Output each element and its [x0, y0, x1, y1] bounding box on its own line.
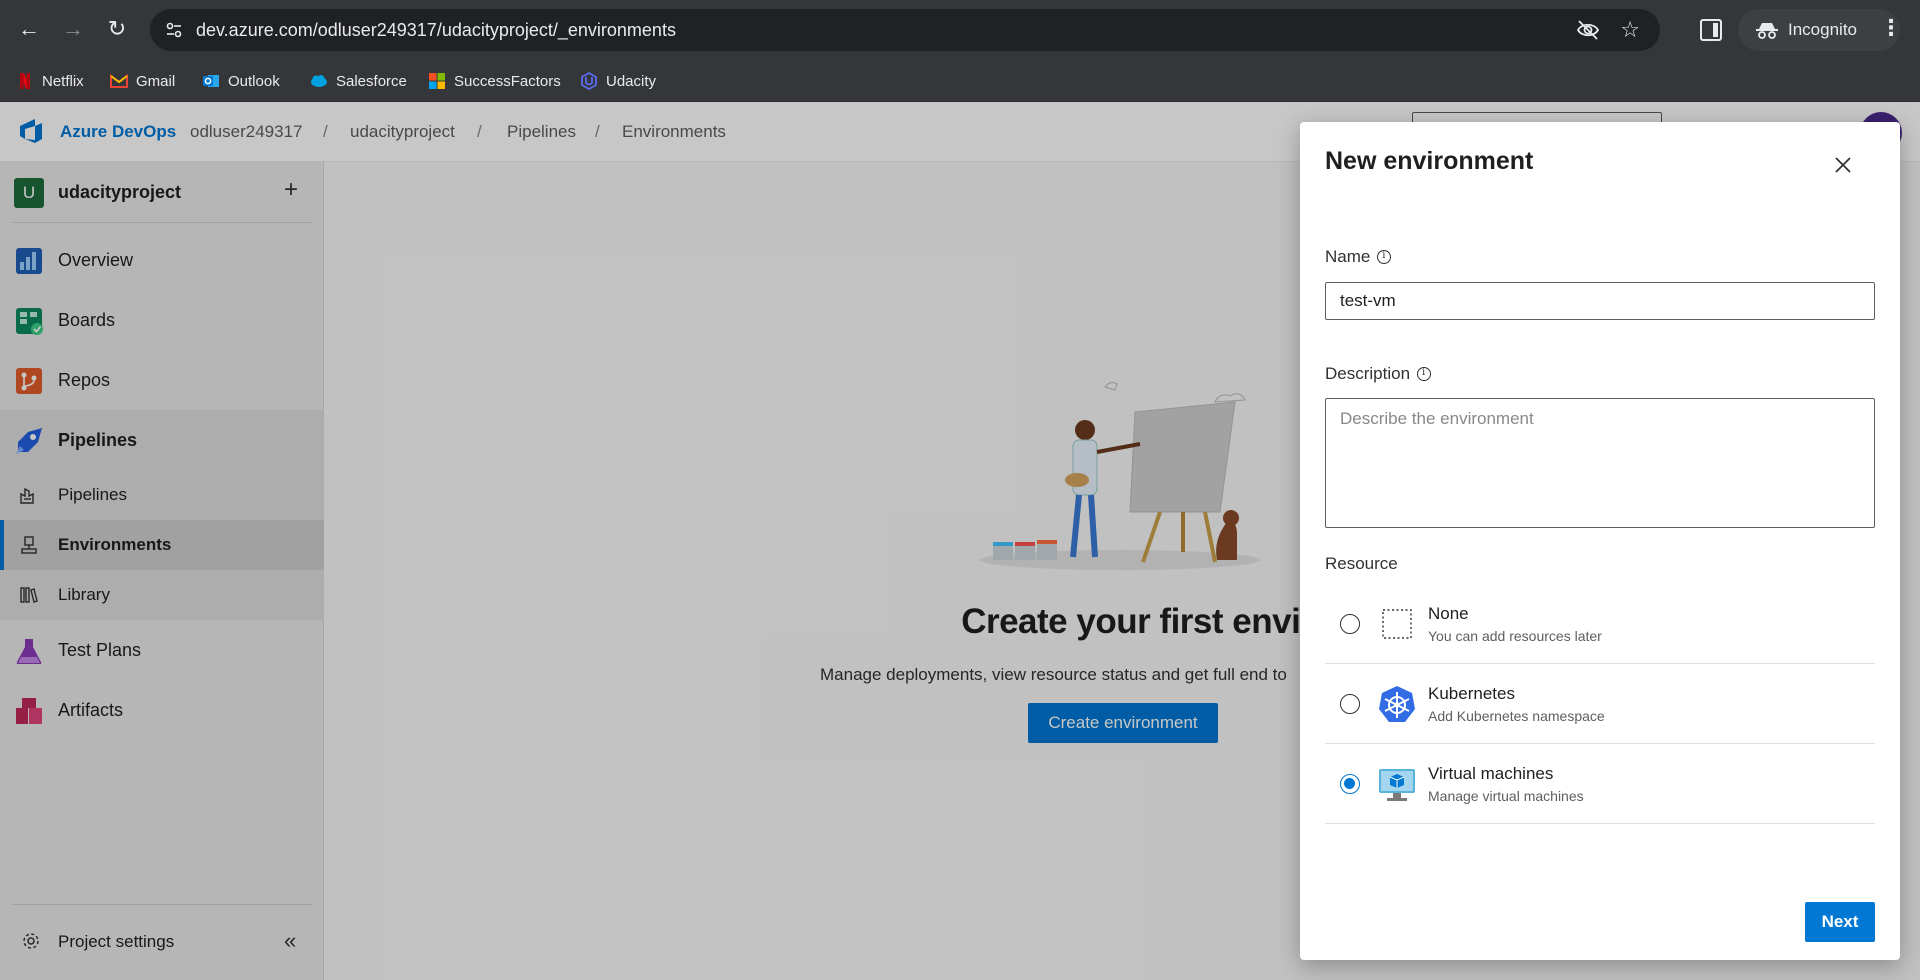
- resource-description: Add Kubernetes namespace: [1428, 708, 1605, 724]
- bookmark-label: Salesforce: [336, 72, 407, 90]
- radio-none[interactable]: [1340, 614, 1360, 634]
- bookmark-netflix[interactable]: Netflix: [16, 70, 84, 92]
- resource-description: You can add resources later: [1428, 628, 1602, 644]
- panel-title: New environment: [1325, 147, 1534, 175]
- reload-icon[interactable]: ↻: [102, 14, 132, 44]
- incognito-label: Incognito: [1788, 20, 1857, 39]
- bookmark-label: Outlook: [228, 72, 280, 90]
- resource-option-virtual-machines[interactable]: Virtual machines Manage virtual machines: [1325, 744, 1875, 824]
- radio-kubernetes[interactable]: [1340, 694, 1360, 714]
- browser-toolbar: ← → ↻ dev.azure.com/odluser249317/udacit…: [0, 0, 1920, 60]
- incognito-icon: [1756, 23, 1778, 39]
- resource-description: Manage virtual machines: [1428, 788, 1584, 804]
- url-text[interactable]: dev.azure.com/odluser249317/udacityproje…: [196, 20, 676, 41]
- eye-off-icon[interactable]: [1576, 19, 1600, 41]
- next-button[interactable]: Next: [1805, 902, 1875, 942]
- bookmark-label: SuccessFactors: [454, 72, 561, 90]
- azure-devops-app: Azure DevOps odluser249317 / udacityproj…: [0, 102, 1920, 980]
- bookmark-star-icon[interactable]: ☆: [1620, 17, 1640, 43]
- close-icon[interactable]: [1830, 152, 1856, 178]
- info-icon[interactable]: [1417, 367, 1432, 381]
- outlook-icon: [203, 75, 219, 87]
- bookmark-successfactors[interactable]: SuccessFactors: [428, 70, 561, 92]
- netflix-icon: [20, 73, 30, 89]
- resource-label: Resource: [1325, 554, 1398, 573]
- bookmarks-bar: Netflix Gmail Outlook Salesforce Success…: [0, 60, 1920, 102]
- address-bar[interactable]: dev.azure.com/odluser249317/udacityproje…: [150, 9, 1660, 51]
- gmail-icon: [110, 74, 128, 88]
- new-environment-panel: New environment Name Description Resourc…: [1300, 122, 1900, 960]
- name-label: Name: [1325, 247, 1392, 267]
- info-icon[interactable]: [1377, 250, 1392, 264]
- description-field[interactable]: [1325, 398, 1875, 528]
- back-arrow-icon[interactable]: ←: [14, 14, 44, 44]
- bookmark-salesforce[interactable]: Salesforce: [310, 70, 407, 92]
- bookmark-label: Udacity: [606, 72, 657, 90]
- udacity-icon: [581, 72, 597, 90]
- none-dashed-box-icon: [1382, 609, 1412, 639]
- bookmark-udacity[interactable]: Udacity: [580, 70, 656, 92]
- bookmark-label: Gmail: [136, 72, 176, 90]
- name-label-text: Name: [1325, 247, 1371, 266]
- chrome-menu-icon[interactable]: ⋮: [1880, 15, 1902, 41]
- kubernetes-icon: [1379, 686, 1415, 722]
- salesforce-cloud-icon: [311, 75, 327, 87]
- radio-virtual-machines[interactable]: [1340, 774, 1360, 794]
- description-label: Description: [1325, 364, 1432, 384]
- virtual-machine-icon: [1379, 769, 1415, 801]
- site-info-icon[interactable]: [164, 20, 184, 40]
- side-panel-icon[interactable]: [1700, 19, 1722, 41]
- bookmark-outlook[interactable]: Outlook: [202, 70, 280, 92]
- resource-name: Virtual machines: [1428, 764, 1554, 783]
- description-label-text: Description: [1325, 364, 1411, 383]
- bookmark-label: Netflix: [42, 72, 84, 90]
- resource-name: None: [1428, 604, 1469, 623]
- resource-name: Kubernetes: [1428, 684, 1515, 703]
- resource-option-none[interactable]: None You can add resources later: [1325, 584, 1875, 664]
- forward-arrow-icon[interactable]: →: [58, 14, 88, 44]
- bookmark-gmail[interactable]: Gmail: [110, 70, 175, 92]
- name-field[interactable]: [1325, 282, 1875, 320]
- incognito-badge[interactable]: Incognito: [1738, 9, 1900, 51]
- resource-option-kubernetes[interactable]: Kubernetes Add Kubernetes namespace: [1325, 664, 1875, 744]
- microsoft-grid-icon: [429, 73, 445, 89]
